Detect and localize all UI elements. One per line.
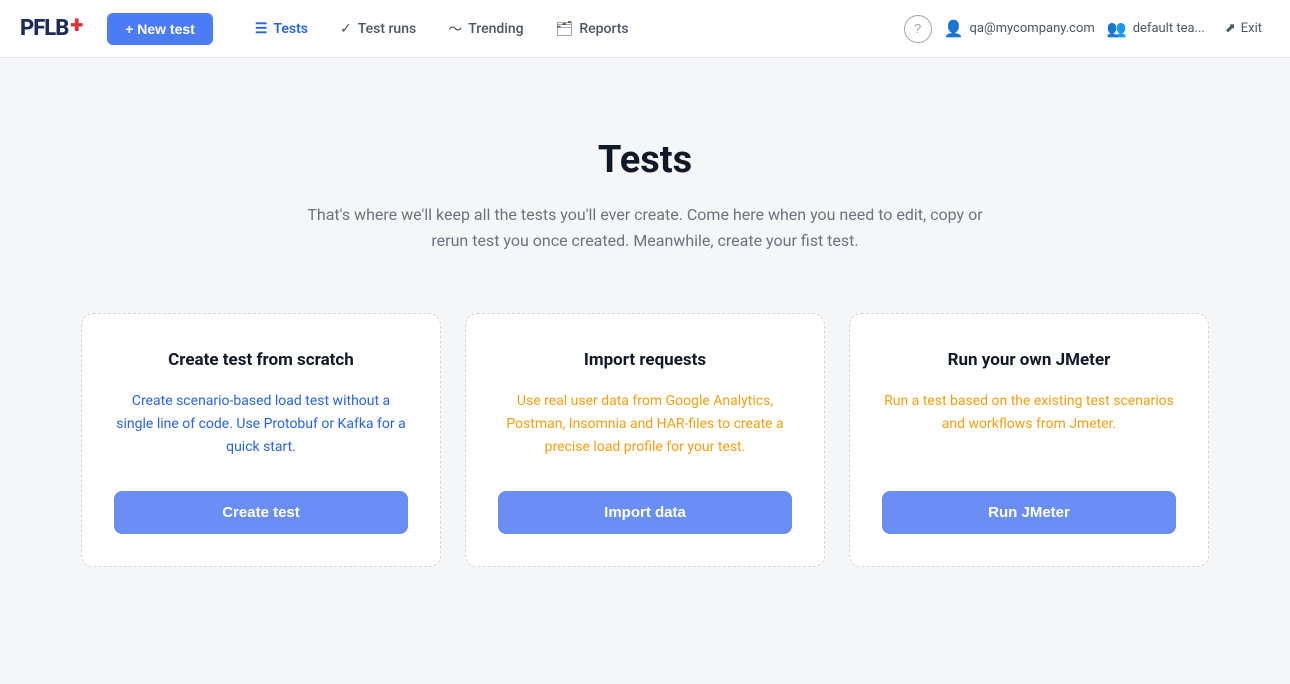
nav-item-test-runs[interactable]: ✓ Test runs [326, 15, 430, 43]
exit-button[interactable]: ⬈ Exit [1217, 17, 1270, 40]
nav-item-trending[interactable]: 〜 Trending [434, 13, 537, 45]
nav-item-reports[interactable]: 🗂 Reports [542, 15, 643, 43]
user-icon: 👤 [944, 19, 964, 38]
header-right: ? 👤 qa@mycompany.com 👥 default tea... ⬈ … [904, 15, 1270, 43]
help-button[interactable]: ? [904, 15, 932, 43]
logo: PFLB + [20, 16, 83, 41]
card-scratch-title: Create test from scratch [168, 350, 354, 370]
nav-label-tests: Tests [273, 21, 308, 37]
card-scratch: Create test from scratch Create scenario… [81, 313, 441, 567]
create-test-button[interactable]: Create test [114, 491, 408, 534]
card-import-title: Import requests [584, 350, 706, 370]
card-jmeter-desc: Run a test based on the existing test sc… [882, 390, 1176, 459]
main-nav: ☰ Tests ✓ Test runs 〜 Trending 🗂 Reports [241, 13, 896, 45]
nav-item-tests[interactable]: ☰ Tests [241, 15, 322, 43]
test-runs-icon: ✓ [340, 21, 352, 37]
team-display[interactable]: 👥 default tea... [1107, 19, 1205, 38]
run-jmeter-button[interactable]: Run JMeter [882, 491, 1176, 534]
tests-icon: ☰ [255, 21, 268, 37]
nav-label-trending: Trending [468, 21, 523, 37]
main-content: Tests That's where we'll keep all the te… [0, 58, 1290, 607]
card-jmeter: Run your own JMeter Run a test based on … [849, 313, 1209, 567]
card-jmeter-title: Run your own JMeter [948, 350, 1111, 370]
exit-icon: ⬈ [1225, 21, 1236, 36]
logo-plus-icon: + [70, 13, 83, 37]
reports-icon: 🗂 [556, 21, 574, 37]
logo-text: PFLB [20, 16, 68, 41]
card-import-desc: Use real user data from Google Analytics… [498, 390, 792, 459]
help-icon: ? [914, 21, 921, 36]
team-name-text: default tea... [1133, 21, 1205, 36]
nav-label-test-runs: Test runs [358, 21, 416, 37]
header: PFLB + + New test ☰ Tests ✓ Test runs 〜 … [0, 0, 1290, 58]
nav-label-reports: Reports [579, 21, 628, 37]
new-test-button[interactable]: + New test [107, 13, 213, 45]
page-title: Tests [598, 138, 692, 182]
user-email-display[interactable]: 👤 qa@mycompany.com [944, 19, 1095, 38]
exit-label: Exit [1241, 21, 1262, 36]
cards-container: Create test from scratch Create scenario… [70, 313, 1220, 567]
team-icon: 👥 [1107, 19, 1127, 38]
user-email-text: qa@mycompany.com [969, 21, 1094, 36]
page-subtitle: That's where we'll keep all the tests yo… [305, 202, 985, 253]
card-scratch-desc: Create scenario-based load test without … [114, 390, 408, 459]
trending-icon: 〜 [448, 19, 462, 39]
import-data-button[interactable]: Import data [498, 491, 792, 534]
card-import: Import requests Use real user data from … [465, 313, 825, 567]
